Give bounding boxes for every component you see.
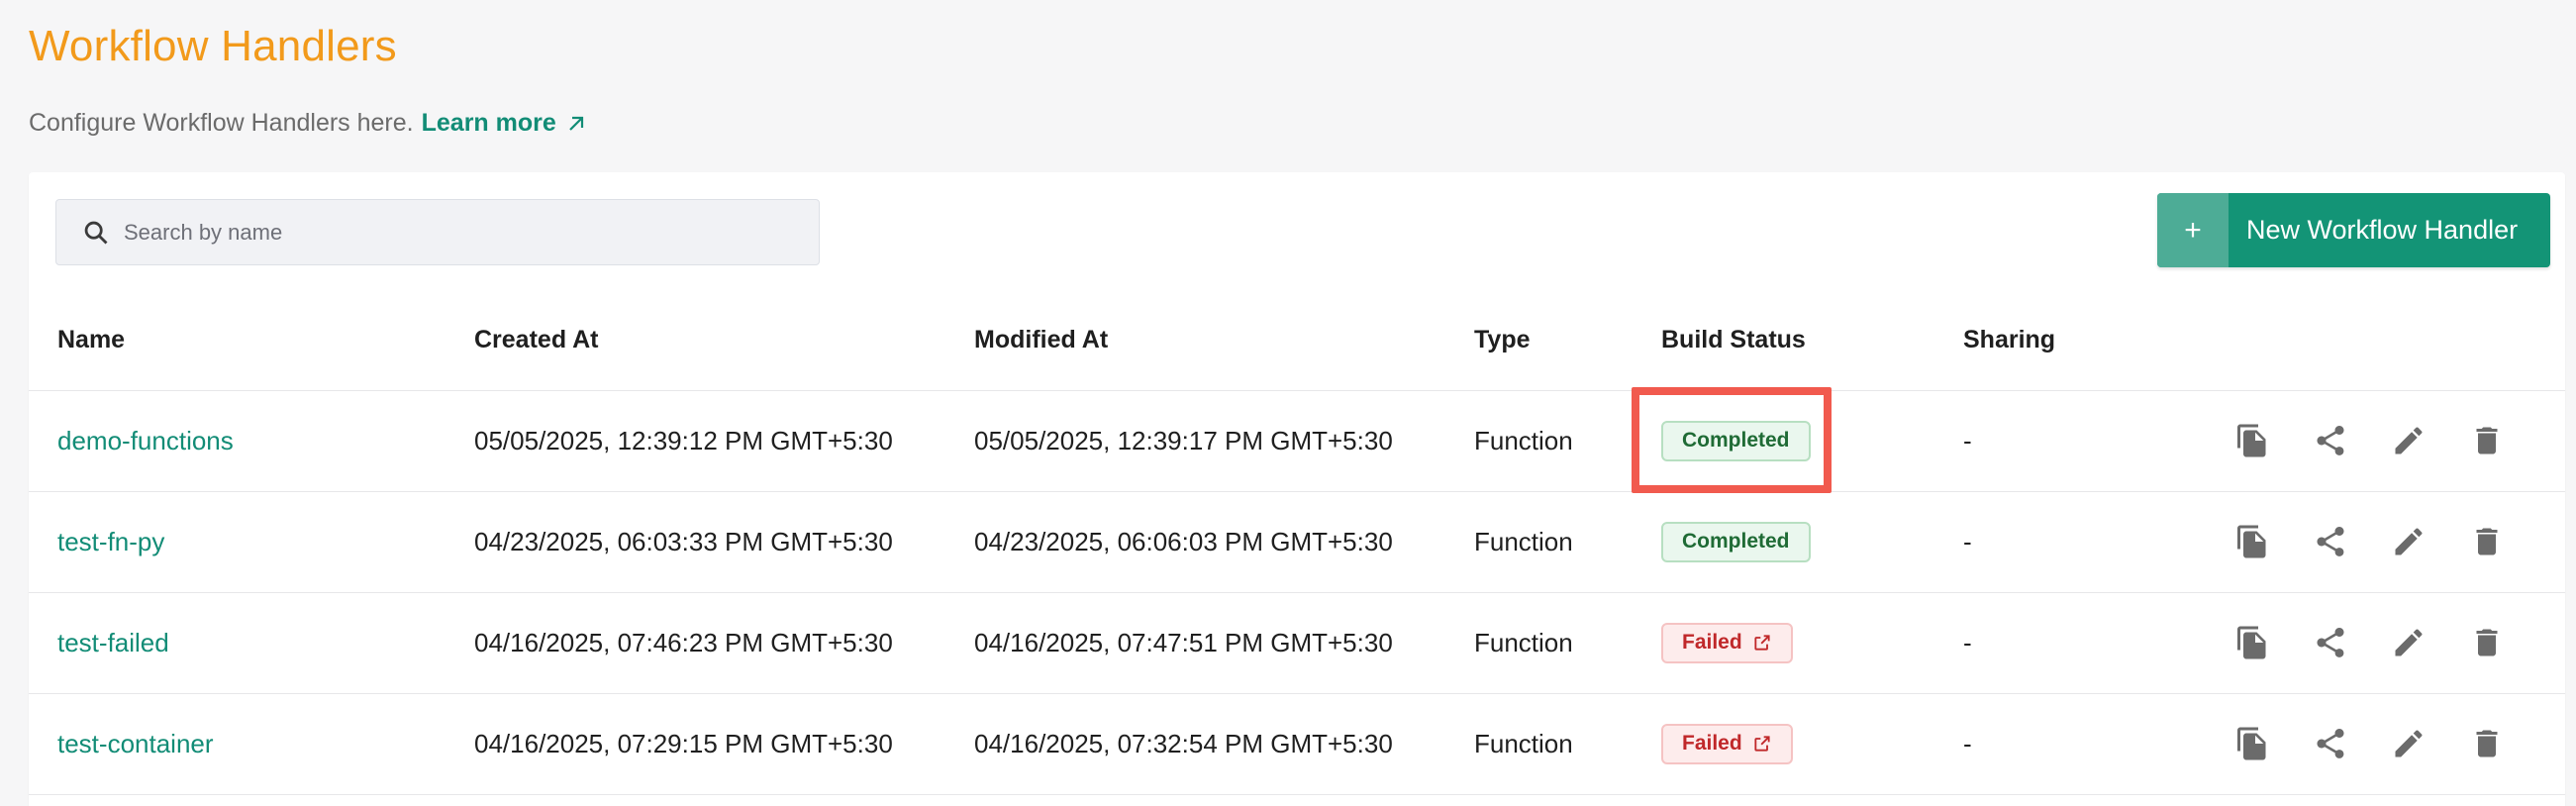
external-link-icon: [1754, 635, 1770, 651]
share-button[interactable]: [2291, 512, 2369, 571]
sharing-cell: -: [1963, 491, 2191, 593]
page-title: Workflow Handlers: [29, 22, 397, 70]
copy-button[interactable]: [2213, 613, 2291, 672]
share-icon: [2317, 729, 2343, 758]
column-header-modified[interactable]: Modified At: [974, 291, 1474, 391]
pencil-icon: [2395, 427, 2423, 454]
trash-icon: [2476, 528, 2497, 555]
arrow-up-right-icon: [569, 116, 583, 131]
type-cell: Function: [1474, 592, 1661, 694]
learn-more-link[interactable]: Learn more: [422, 109, 588, 138]
delete-button[interactable]: [2447, 512, 2526, 571]
share-icon: [2317, 527, 2343, 556]
page-subtitle: Configure Workflow Handlers here. Learn …: [29, 109, 588, 138]
sharing-cell: -: [1963, 693, 2191, 795]
handler-name-link[interactable]: test-failed: [57, 628, 169, 657]
pencil-icon: [2395, 629, 2423, 656]
column-header-build-status[interactable]: Build Status: [1661, 291, 1963, 391]
subtitle-text: Configure Workflow Handlers here.: [29, 109, 414, 137]
table-row[interactable]: test-failed 04/16/2025, 07:46:23 PM GMT+…: [29, 592, 2565, 694]
status-badge: Completed: [1661, 521, 1811, 562]
row-actions: [2191, 714, 2565, 773]
copy-icon: [2236, 727, 2265, 760]
column-header-created[interactable]: Created At: [474, 291, 974, 391]
type-cell: Function: [1474, 693, 1661, 795]
status-badge-label: Failed: [1682, 732, 1742, 755]
copy-icon: [2236, 626, 2265, 659]
sharing-cell: -: [1963, 390, 2191, 492]
handler-name-link[interactable]: demo-functions: [57, 426, 234, 455]
status-badge-label: Failed: [1682, 631, 1742, 654]
status-badge[interactable]: Failed: [1661, 723, 1793, 764]
handlers-table: Name Created At Modified At Type Build S…: [29, 291, 2565, 795]
handler-name-link[interactable]: test-fn-py: [57, 527, 164, 556]
share-button[interactable]: [2291, 613, 2369, 672]
row-actions: [2191, 411, 2565, 470]
modified-at-cell: 04/16/2025, 07:47:51 PM GMT+5:30: [974, 592, 1474, 694]
search-input[interactable]: [124, 219, 797, 246]
copy-icon: [2236, 525, 2265, 558]
created-at-cell: 05/05/2025, 12:39:12 PM GMT+5:30: [474, 390, 974, 492]
row-actions: [2191, 613, 2565, 672]
search-box[interactable]: [55, 199, 820, 265]
trash-icon: [2476, 629, 2497, 656]
edit-button[interactable]: [2369, 411, 2447, 470]
share-button[interactable]: [2291, 411, 2369, 470]
copy-button[interactable]: [2213, 714, 2291, 773]
handlers-card: + New Workflow Handler Name Created At M…: [29, 172, 2565, 806]
copy-button[interactable]: [2213, 512, 2291, 571]
table-header-row: Name Created At Modified At Type Build S…: [29, 291, 2565, 391]
delete-button[interactable]: [2447, 714, 2526, 773]
handler-name-link[interactable]: test-container: [57, 729, 214, 758]
column-header-name[interactable]: Name: [29, 291, 474, 391]
sharing-cell: -: [1963, 592, 2191, 694]
row-actions: [2191, 512, 2565, 571]
pencil-icon: [2395, 528, 2423, 555]
type-cell: Function: [1474, 390, 1661, 492]
modified-at-cell: 05/05/2025, 12:39:17 PM GMT+5:30: [974, 390, 1474, 492]
modified-at-cell: 04/16/2025, 07:32:54 PM GMT+5:30: [974, 693, 1474, 795]
pencil-icon: [2395, 730, 2423, 757]
type-cell: Function: [1474, 491, 1661, 593]
status-badge: Completed: [1661, 420, 1811, 461]
copy-button[interactable]: [2213, 411, 2291, 470]
new-workflow-handler-button[interactable]: + New Workflow Handler: [2157, 193, 2550, 267]
modified-at-cell: 04/23/2025, 06:06:03 PM GMT+5:30: [974, 491, 1474, 593]
delete-button[interactable]: [2447, 411, 2526, 470]
column-header-type[interactable]: Type: [1474, 291, 1661, 391]
delete-button[interactable]: [2447, 613, 2526, 672]
table-row[interactable]: test-container 04/16/2025, 07:29:15 PM G…: [29, 693, 2565, 795]
table-row[interactable]: demo-functions 05/05/2025, 12:39:12 PM G…: [29, 386, 2565, 493]
copy-icon: [2236, 424, 2265, 457]
status-badge[interactable]: Failed: [1661, 622, 1793, 663]
created-at-cell: 04/16/2025, 07:29:15 PM GMT+5:30: [474, 693, 974, 795]
share-button[interactable]: [2291, 714, 2369, 773]
table-row[interactable]: test-fn-py 04/23/2025, 06:03:33 PM GMT+5…: [29, 491, 2565, 593]
share-icon: [2317, 628, 2343, 657]
external-link-icon: [1754, 736, 1770, 752]
plus-icon: +: [2157, 193, 2229, 267]
share-icon: [2317, 426, 2343, 455]
learn-more-label: Learn more: [421, 109, 556, 137]
trash-icon: [2476, 730, 2497, 757]
trash-icon: [2476, 427, 2497, 454]
column-header-sharing[interactable]: Sharing: [1963, 291, 2191, 391]
created-at-cell: 04/23/2025, 06:03:33 PM GMT+5:30: [474, 491, 974, 593]
edit-button[interactable]: [2369, 613, 2447, 672]
search-icon: [84, 221, 108, 244]
edit-button[interactable]: [2369, 714, 2447, 773]
column-header-actions: [2191, 291, 2565, 391]
new-workflow-handler-label: New Workflow Handler: [2246, 215, 2519, 245]
created-at-cell: 04/16/2025, 07:46:23 PM GMT+5:30: [474, 592, 974, 694]
edit-button[interactable]: [2369, 512, 2447, 571]
